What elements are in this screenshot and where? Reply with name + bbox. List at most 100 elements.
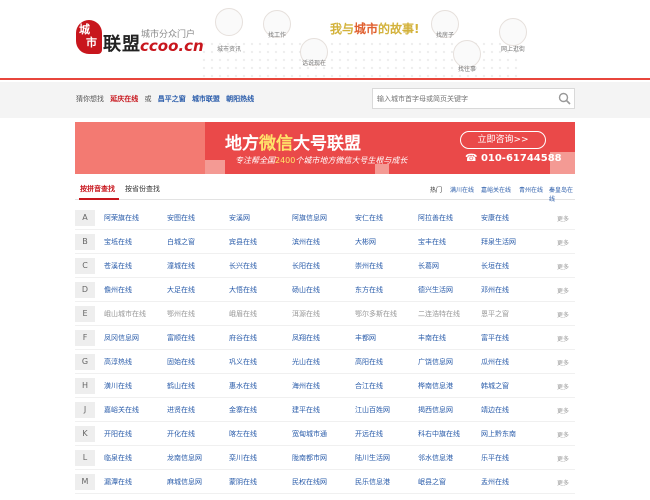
city-link[interactable]: 进贤在线 [167,405,195,415]
city-link[interactable]: 嘉峪关在线 [104,405,139,415]
city-link[interactable]: 宝丰在线 [418,237,446,247]
city-link[interactable]: 大悟在线 [229,285,257,295]
more-link[interactable]: 更多 [557,286,569,295]
city-link[interactable]: 陇南都市网 [292,453,327,463]
city-link[interactable]: 潢川在线 [104,381,132,391]
city-link[interactable]: 滨州在线 [292,237,320,247]
city-link[interactable]: 凤翔在线 [292,333,320,343]
city-link[interactable]: 丰都网 [355,333,376,343]
city-link[interactable]: 拜泉生活网 [481,237,516,247]
wechat-alliance-banner[interactable]: 地方微信大号联盟 专注帮全国2400个城市地方微信大号生根与成长 立即咨询>> … [75,122,575,174]
city-link[interactable]: 长垣在线 [481,261,509,271]
city-link[interactable]: 安图在线 [167,213,195,223]
city-link[interactable]: 宝坻在线 [104,237,132,247]
city-link[interactable]: 韩城之窗 [481,381,509,391]
city-link[interactable]: 邓州在线 [481,285,509,295]
city-link[interactable]: 民乐信息港 [355,477,390,487]
city-link[interactable]: 蒙阴在线 [229,477,257,487]
city-link[interactable]: 孟州在线 [481,477,509,487]
city-link[interactable]: 大足在线 [167,285,195,295]
city-link[interactable]: 长葛网 [418,261,439,271]
city-link[interactable]: 建平在线 [292,405,320,415]
city-link[interactable]: 民权在线网 [292,477,327,487]
city-link[interactable]: 临泉在线 [104,453,132,463]
city-link[interactable]: 喀左在线 [229,429,257,439]
city-link[interactable]: 白城之窗 [167,237,195,247]
more-link[interactable]: 更多 [557,214,569,223]
city-link[interactable]: 邻水信息港 [418,453,453,463]
more-link[interactable]: 更多 [557,310,569,319]
city-link[interactable]: 岷县之窗 [418,477,446,487]
guess-link[interactable]: 延庆在线 [110,95,138,103]
guess-link[interactable]: 昌平之窗 [158,95,186,103]
city-link[interactable]: 安溪网 [229,213,250,223]
city-link[interactable]: 麻城信息网 [167,477,202,487]
city-link[interactable]: 高淳热线 [104,357,132,367]
city-link[interactable]: 鄂尔多斯在线 [355,309,397,319]
city-link[interactable]: 凤冈信息网 [104,333,139,343]
city-link[interactable]: 潼城在线 [167,261,195,271]
city-link[interactable]: 桦南信息港 [418,381,453,391]
more-link[interactable]: 更多 [557,358,569,367]
city-link[interactable]: 宾县在线 [229,237,257,247]
city-link[interactable]: 高阳在线 [355,357,383,367]
city-link[interactable]: 长兴在线 [229,261,257,271]
shop-icon[interactable] [499,18,527,46]
guess-link[interactable]: 朝阳热线 [226,95,254,103]
city-link[interactable]: 富平在线 [481,333,509,343]
city-link[interactable]: 峨眉在线 [229,309,257,319]
logo-domain[interactable]: ccoo.cn [140,37,204,55]
city-link[interactable]: 合江在线 [355,381,383,391]
more-link[interactable]: 更多 [557,478,569,487]
city-link[interactable]: 阿荣旗在线 [104,213,139,223]
hot-link[interactable]: 青州在线 [519,185,543,194]
city-link[interactable]: 苍溪在线 [104,261,132,271]
more-link[interactable]: 更多 [557,382,569,391]
tab-province[interactable]: 按省份查找 [125,184,160,194]
city-link[interactable]: 富顺在线 [167,333,195,343]
more-link[interactable]: 更多 [557,406,569,415]
city-link[interactable]: 瓜州在线 [481,357,509,367]
city-link[interactable]: 乐平在线 [481,453,509,463]
city-link[interactable]: 峨山城市在线 [104,309,146,319]
hot-link[interactable]: 嘉峪关在线 [481,185,511,194]
search-input[interactable] [377,92,557,106]
city-link[interactable]: 儋州在线 [104,285,132,295]
city-link[interactable]: 巩义在线 [229,357,257,367]
city-link[interactable]: 长阳在线 [292,261,320,271]
logo-icon[interactable]: 城 市 [76,20,102,54]
city-link[interactable]: 东方在线 [355,285,383,295]
city-link[interactable]: 丰南在线 [418,333,446,343]
city-link[interactable]: 鄂州在线 [167,309,195,319]
city-link[interactable]: 安仁在线 [355,213,383,223]
city-link[interactable]: 栾川在线 [229,453,257,463]
tab-pinyin[interactable]: 按拼音查找 [80,184,115,194]
city-link[interactable]: 陆川生活网 [355,453,390,463]
logo-title[interactable]: 联盟 [103,30,141,56]
city-link[interactable]: 鹤山在线 [167,381,195,391]
city-link[interactable]: 大彬网 [355,237,376,247]
city-link[interactable]: 固始在线 [167,357,195,367]
city-link[interactable]: 安康在线 [481,213,509,223]
more-link[interactable]: 更多 [557,238,569,247]
city-link[interactable]: 海州在线 [292,381,320,391]
city-link[interactable]: 砀山在线 [292,285,320,295]
city-link[interactable]: 惠水在线 [229,381,257,391]
city-link[interactable]: 二连浩特在线 [418,309,460,319]
city-link[interactable]: 崇州在线 [355,261,383,271]
city-link[interactable]: 龙南信息网 [167,453,202,463]
more-link[interactable]: 更多 [557,430,569,439]
city-news-icon[interactable] [215,8,243,36]
hot-link[interactable]: 秦皇岛在线 [549,185,575,203]
city-link[interactable]: 开远在线 [355,429,383,439]
city-link[interactable]: 网上黔东南 [481,429,516,439]
city-link[interactable]: 宽甸城市通 [292,429,327,439]
city-link[interactable]: 阿旗信息网 [292,213,327,223]
city-link[interactable]: 揭西信息网 [418,405,453,415]
city-link[interactable]: 漏潭在线 [104,477,132,487]
city-link[interactable]: 开阳在线 [104,429,132,439]
more-link[interactable]: 更多 [557,334,569,343]
more-link[interactable]: 更多 [557,454,569,463]
city-link[interactable]: 阿拉善在线 [418,213,453,223]
more-link[interactable]: 更多 [557,262,569,271]
